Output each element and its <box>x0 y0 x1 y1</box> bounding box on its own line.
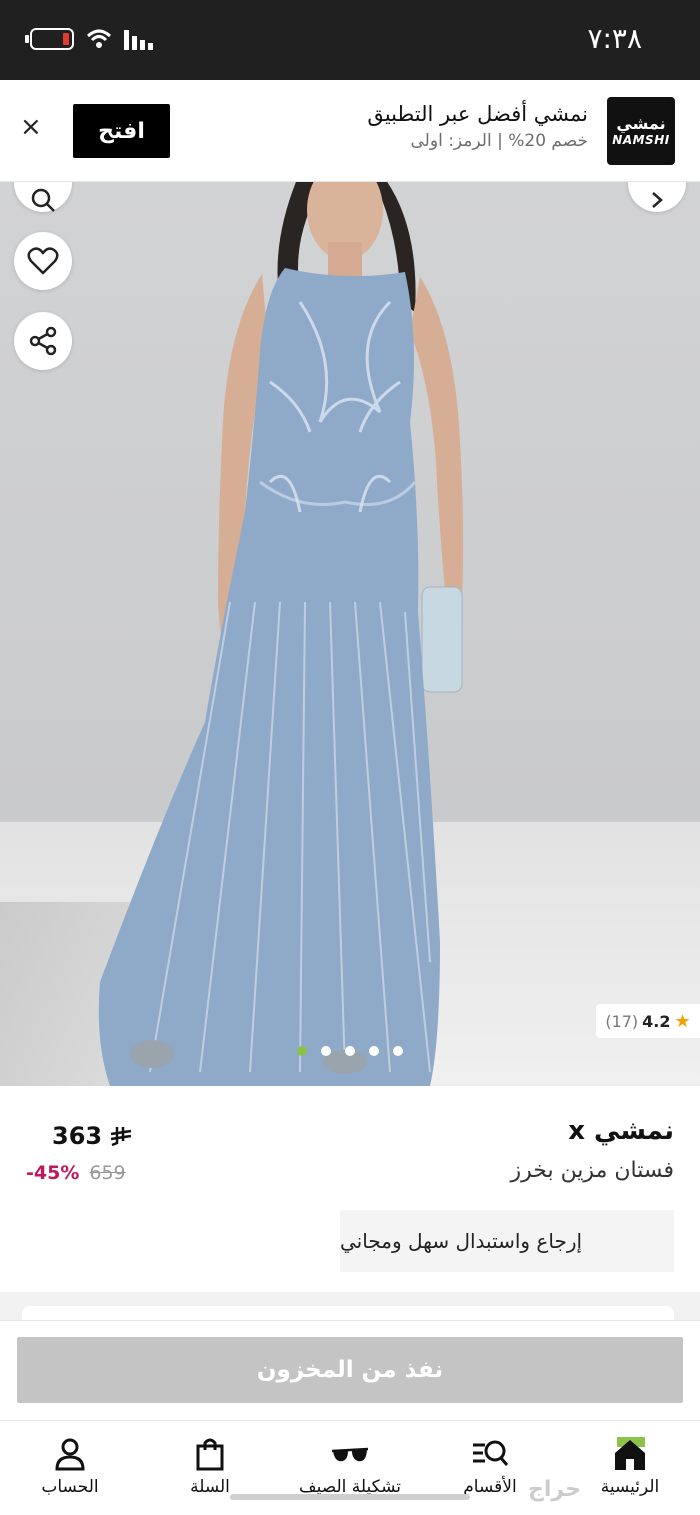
nav-summer-collection[interactable]: تشكيلة الصيف <box>285 1437 415 1497</box>
old-price: 659 <box>89 1162 126 1184</box>
nav-label-categories: الأقسام <box>463 1477 517 1497</box>
nav-label-home: الرئيسية <box>600 1477 660 1497</box>
nav-label-account: الحساب <box>41 1477 99 1497</box>
rating-badge[interactable]: (17) 4.2 ★ <box>596 1004 700 1038</box>
nav-bag[interactable]: السلة <box>145 1437 275 1497</box>
rating-value: 4.2 <box>642 1011 671 1031</box>
banner-title: نمشي أفضل عبر التطبيق <box>367 102 588 126</box>
price-value: 363 <box>52 1122 103 1150</box>
signal-icon <box>124 30 153 50</box>
logo-english: NAMSHI <box>612 133 670 147</box>
home-indicator[interactable] <box>230 1494 470 1500</box>
product-photo <box>98 182 464 1086</box>
categories-search-icon <box>473 1440 509 1466</box>
logo-arabic: نمشي <box>616 114 666 133</box>
product-image-gallery[interactable]: (17) 4.2 ★ <box>0 182 700 1086</box>
wishlist-button[interactable] <box>14 232 72 290</box>
free-returns-info[interactable]: إرجاع واستبدال سهل ومجاني <box>340 1210 674 1272</box>
status-bar: ٧:٣٨ <box>0 0 700 80</box>
banner-subtitle: خصم 20% | الرمز: اولى <box>410 131 588 151</box>
watermark-logo: حراج <box>528 1477 581 1502</box>
pagination-dot[interactable] <box>393 1046 403 1056</box>
heart-icon <box>27 247 59 275</box>
nav-account[interactable]: الحساب <box>5 1437 135 1497</box>
pagination-dot-active[interactable] <box>297 1046 307 1056</box>
purchase-area: نفذ من المخزون <box>0 1320 700 1420</box>
rating-count: (17) <box>605 1011 639 1031</box>
open-app-button[interactable]: افتح <box>73 104 170 158</box>
status-icons <box>25 28 156 50</box>
bag-icon <box>196 1438 224 1471</box>
close-icon[interactable]: × <box>20 114 42 140</box>
star-icon: ★ <box>674 1010 691 1032</box>
discount-badge: -45% <box>26 1162 80 1184</box>
out-of-stock-button[interactable]: نفذ من المخزون <box>17 1337 683 1403</box>
image-pagination-dots <box>297 1046 403 1056</box>
pagination-dot[interactable] <box>321 1046 331 1056</box>
nav-label-bag: السلة <box>190 1477 230 1497</box>
app-download-banner: × افتح نمشي أفضل عبر التطبيق خصم 20% | ا… <box>0 80 700 182</box>
product-info: نمشي x فستان مزين بخرز 363 -45% 659 إرجا… <box>0 1086 700 1292</box>
home-icon <box>615 1437 645 1470</box>
old-price-row: -45% 659 <box>26 1162 126 1184</box>
battery-icon <box>25 28 74 50</box>
status-time: ٧:٣٨ <box>587 22 642 55</box>
pagination-dot[interactable] <box>369 1046 379 1056</box>
sunglasses-icon <box>331 1447 369 1462</box>
share-icon <box>29 326 57 356</box>
next-card-peek <box>22 1306 674 1320</box>
nav-home[interactable]: الرئيسية <box>565 1437 695 1497</box>
product-price: 363 <box>52 1122 132 1150</box>
riyal-currency-icon <box>110 1127 132 1146</box>
pagination-dot[interactable] <box>345 1046 355 1056</box>
product-brand[interactable]: نمشي x <box>568 1116 674 1146</box>
share-button[interactable] <box>14 312 72 370</box>
search-icon <box>31 188 55 212</box>
account-icon <box>55 1438 85 1471</box>
chevron-right-icon <box>652 192 663 208</box>
banner-text: نمشي أفضل عبر التطبيق خصم 20% | الرمز: ا… <box>367 102 588 151</box>
product-title: فستان مزين بخرز <box>510 1158 674 1183</box>
bottom-navigation: الحساب السلة تشكيلة الصيف الأقسام الرئيس… <box>0 1420 700 1515</box>
namshi-logo: نمشي NAMSHI <box>607 97 675 165</box>
wifi-icon <box>86 29 112 48</box>
